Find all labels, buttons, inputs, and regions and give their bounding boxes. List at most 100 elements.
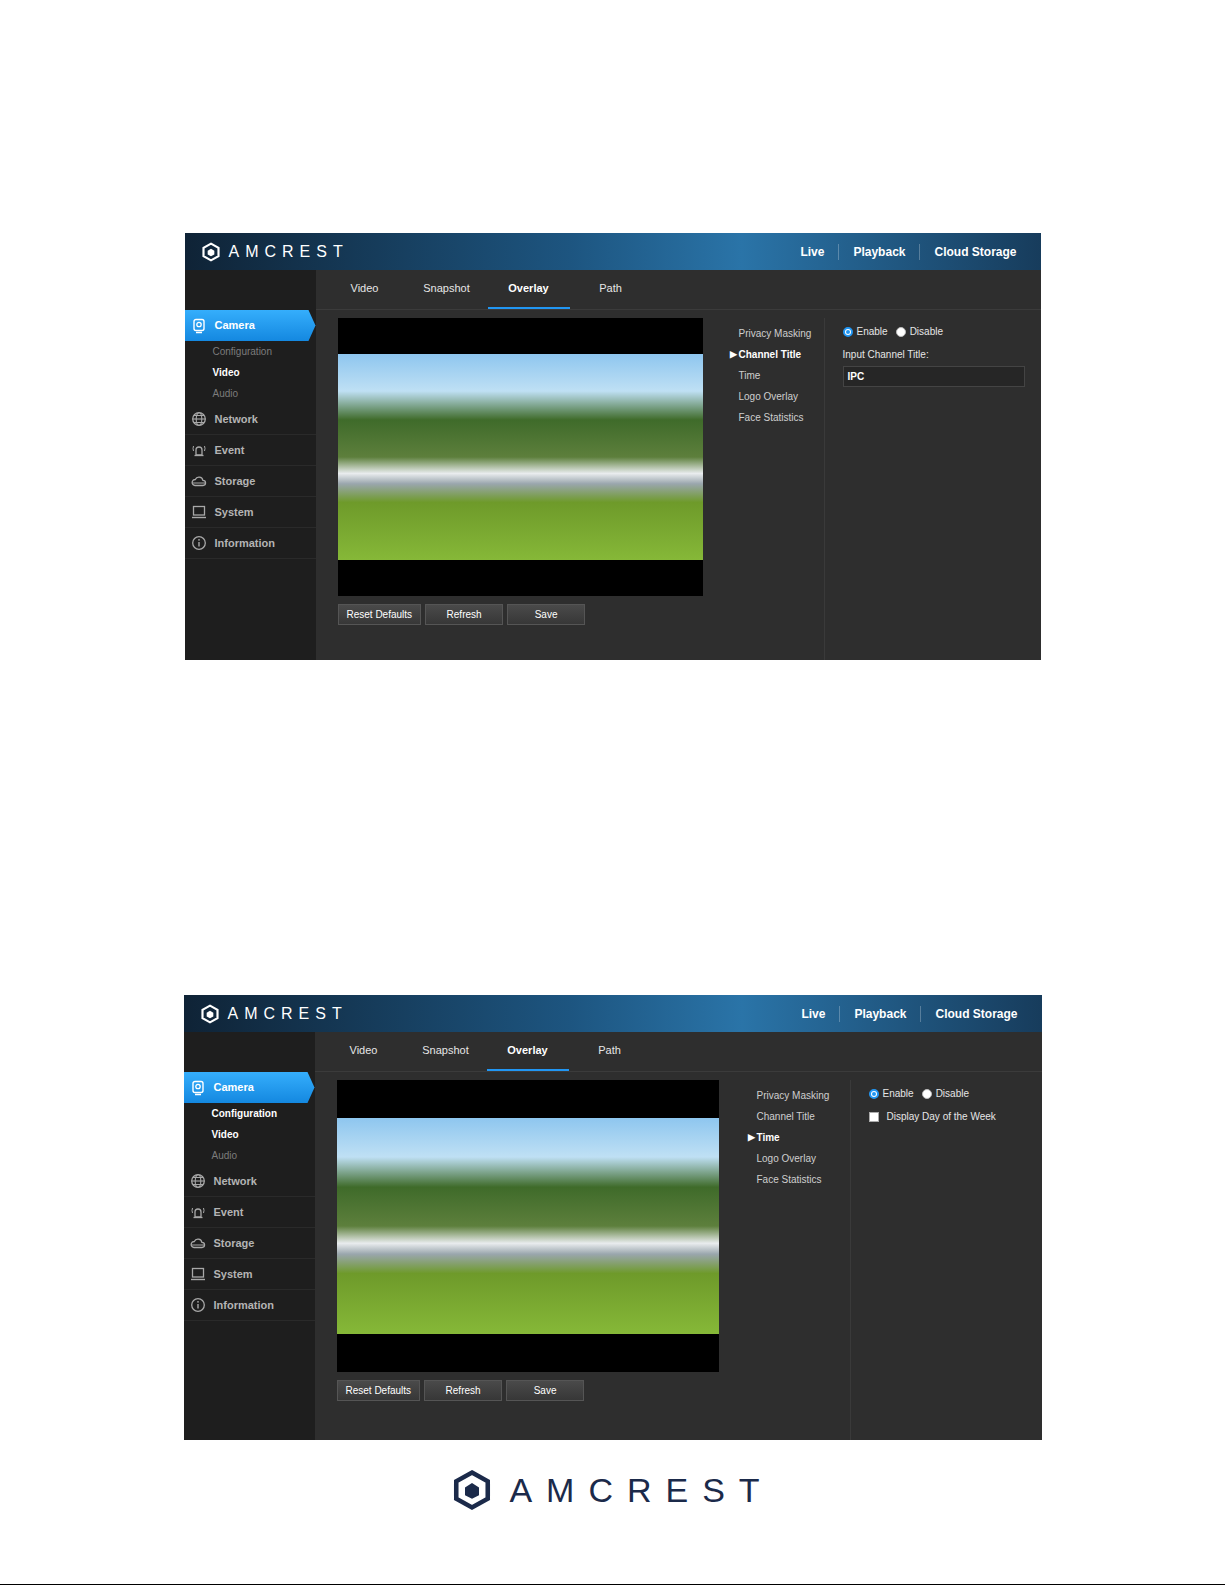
- save-button[interactable]: Save: [507, 604, 585, 625]
- refresh-button[interactable]: Refresh: [424, 1380, 502, 1401]
- day-of-week-option[interactable]: Display Day of the Week: [869, 1109, 1032, 1124]
- nav-link[interactable]: Live: [786, 244, 838, 260]
- tab[interactable]: Snapshot: [405, 1032, 487, 1071]
- sidebar-label: System: [214, 1266, 253, 1283]
- sidebar-item[interactable]: Event: [184, 1197, 315, 1228]
- submenu-item[interactable]: Face Statistics: [749, 1169, 850, 1190]
- sidebar-sublabel: Configuration: [212, 1106, 278, 1121]
- tab-label: Path: [599, 280, 622, 297]
- camera-icon: [190, 1080, 206, 1096]
- tab[interactable]: Video: [324, 270, 406, 309]
- tab[interactable]: Overlay: [487, 1032, 569, 1071]
- submenu-label: Channel Title: [739, 347, 802, 362]
- brand-name: AMCREST: [229, 240, 349, 264]
- enable-radio-group: Enable Disable: [869, 1086, 1032, 1101]
- nav-link[interactable]: Cloud Storage: [919, 244, 1030, 260]
- cloud-icon: [191, 473, 207, 489]
- monitor-icon: [190, 1266, 206, 1282]
- enable-radio-group: Enable Disable: [843, 324, 1031, 339]
- sidebar-item[interactable]: System: [184, 1259, 315, 1290]
- refresh-button[interactable]: Refresh: [425, 604, 503, 625]
- sidebar-sublabel: Video: [213, 365, 240, 380]
- checkbox-label: Display Day of the Week: [887, 1109, 996, 1124]
- sidebar-item[interactable]: Network: [185, 404, 316, 435]
- submenu-label: Face Statistics: [757, 1172, 822, 1187]
- sidebar-item[interactable]: Information: [185, 528, 316, 559]
- header-bar: AMCREST LivePlaybackCloud Storage: [185, 233, 1041, 270]
- sidebar-item[interactable]: Information: [184, 1290, 315, 1321]
- submenu-label: Time: [757, 1130, 780, 1145]
- reset-defaults-button[interactable]: Reset Defaults: [337, 1380, 421, 1401]
- sidebar-item[interactable]: Camera: [184, 1072, 315, 1103]
- submenu-item[interactable]: Privacy Masking: [731, 323, 824, 344]
- submenu-label: Logo Overlay: [757, 1151, 816, 1166]
- submenu-item[interactable]: Logo Overlay: [731, 386, 824, 407]
- sidebar-sublabel: Video: [212, 1127, 239, 1142]
- tab[interactable]: Path: [569, 1032, 651, 1071]
- sidebar-subitem[interactable]: Audio: [185, 383, 316, 404]
- sidebar-label: System: [215, 504, 254, 521]
- nav-link[interactable]: Cloud Storage: [920, 1006, 1031, 1022]
- sidebar-subitem[interactable]: Video: [185, 362, 316, 383]
- button-row: Reset DefaultsRefreshSave: [338, 604, 703, 625]
- brand-name: AMCREST: [228, 1002, 348, 1026]
- checkbox[interactable]: [869, 1112, 879, 1122]
- reset-defaults-button[interactable]: Reset Defaults: [338, 604, 422, 625]
- tab[interactable]: Path: [570, 270, 652, 309]
- tab[interactable]: Video: [323, 1032, 405, 1071]
- tab-label: Path: [598, 1042, 621, 1059]
- brand-logo: AMCREST: [201, 240, 349, 264]
- info-icon: [191, 535, 207, 551]
- nav-link[interactable]: Live: [787, 1006, 839, 1022]
- monitor-icon: [191, 504, 207, 520]
- save-button[interactable]: Save: [506, 1380, 584, 1401]
- footer-brand: AMCREST: [509, 1473, 773, 1507]
- sidebar-item[interactable]: Storage: [184, 1228, 315, 1259]
- sidebar-subitem[interactable]: Configuration: [185, 341, 316, 362]
- sidebar-item[interactable]: Storage: [185, 466, 316, 497]
- radio-button[interactable]: [922, 1089, 932, 1099]
- submenu-item[interactable]: ▶Time: [749, 1127, 850, 1148]
- page-bottom-rule: [0, 1584, 1225, 1585]
- radio-label: Disable: [936, 1086, 969, 1101]
- manual-page: AMCRESTLivePlaybackCloud StorageCameraCo…: [0, 0, 1225, 1585]
- sidebar-subitem[interactable]: Audio: [184, 1145, 315, 1166]
- camera-icon: [191, 318, 207, 334]
- submenu-item[interactable]: Time: [731, 365, 824, 386]
- nav-link[interactable]: Playback: [838, 244, 919, 260]
- info-icon: [190, 1297, 206, 1313]
- radio-option[interactable]: Enable: [869, 1086, 914, 1101]
- radio-label: Disable: [910, 324, 943, 339]
- radio-option[interactable]: Disable: [896, 324, 943, 339]
- sidebar-label: Information: [214, 1297, 275, 1314]
- radio-button[interactable]: [896, 327, 906, 337]
- sidebar-item[interactable]: System: [185, 497, 316, 528]
- tab[interactable]: Overlay: [488, 270, 570, 309]
- cloud-icon: [190, 1235, 206, 1251]
- nav-link[interactable]: Playback: [839, 1006, 920, 1022]
- video-preview: [338, 318, 703, 596]
- channel-title-input[interactable]: IPC: [843, 366, 1025, 387]
- submenu-label: Logo Overlay: [739, 389, 798, 404]
- top-nav: LivePlaybackCloud Storage: [786, 244, 1030, 260]
- submenu-item[interactable]: Privacy Masking: [749, 1085, 850, 1106]
- sidebar-item[interactable]: Event: [185, 435, 316, 466]
- sidebar-label: Network: [215, 411, 258, 428]
- radio-button[interactable]: [869, 1089, 879, 1099]
- sidebar-item[interactable]: Network: [184, 1166, 315, 1197]
- radio-option[interactable]: Disable: [922, 1086, 969, 1101]
- sidebar-item[interactable]: Camera: [185, 310, 316, 341]
- sidebar-subitem[interactable]: Configuration: [184, 1103, 315, 1124]
- submenu-label: Privacy Masking: [739, 326, 812, 341]
- sidebar-label: Storage: [214, 1235, 255, 1252]
- submenu-item[interactable]: ▶Channel Title: [731, 344, 824, 365]
- radio-option[interactable]: Enable: [843, 324, 888, 339]
- submenu-item[interactable]: Logo Overlay: [749, 1148, 850, 1169]
- tab[interactable]: Snapshot: [406, 270, 488, 309]
- sidebar-subitem[interactable]: Video: [184, 1124, 315, 1145]
- submenu-item[interactable]: Face Statistics: [731, 407, 824, 428]
- overlay-submenu: Privacy MaskingChannel Title▶Time Logo Ov…: [743, 1080, 851, 1440]
- submenu-item[interactable]: Channel Title: [749, 1106, 850, 1127]
- sidebar-label: Network: [214, 1173, 257, 1190]
- radio-button[interactable]: [843, 327, 853, 337]
